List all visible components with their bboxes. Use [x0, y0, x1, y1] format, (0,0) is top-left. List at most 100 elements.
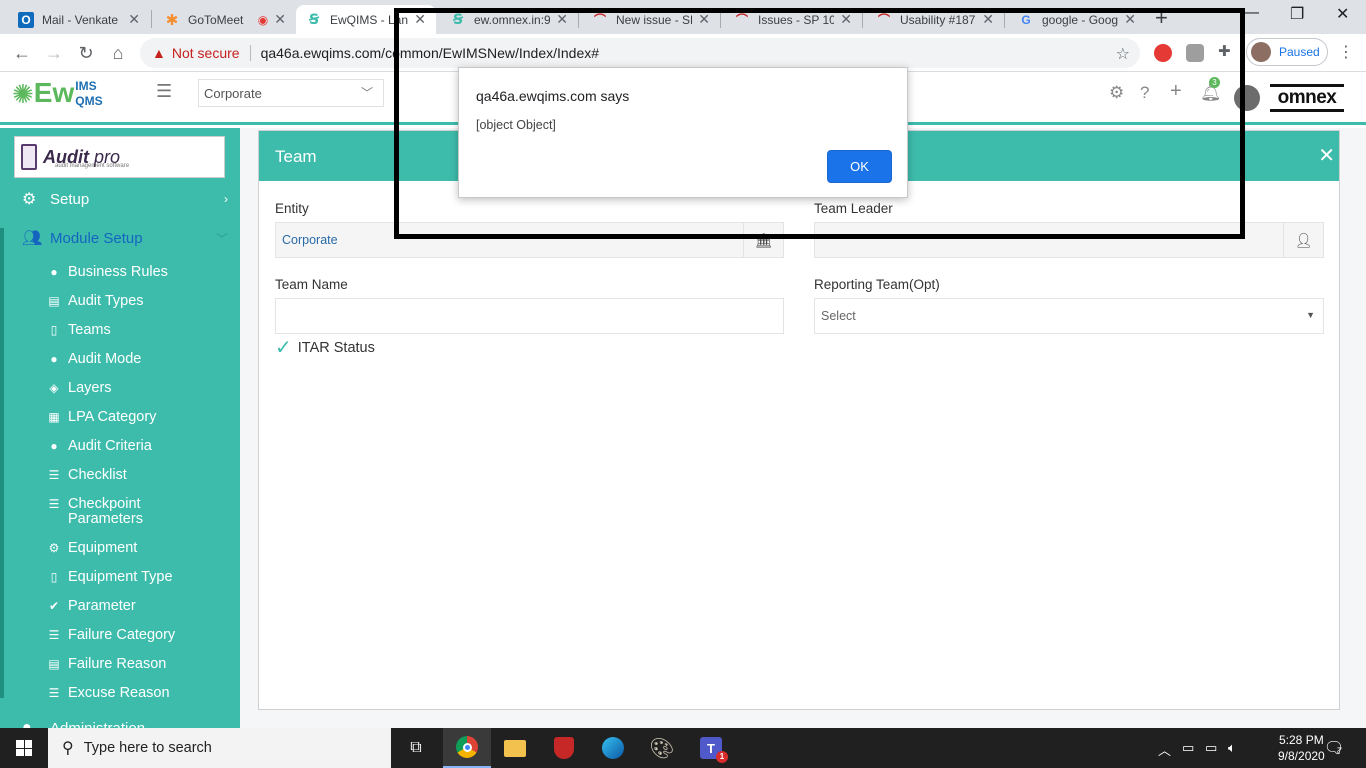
browser-tab[interactable]: ⌒ New issue - SP ✕ [582, 5, 720, 34]
sidebar-item-checkpoint-parameters[interactable]: ☰ Checkpoint Parameters [46, 497, 236, 527]
hamburger-menu-icon[interactable]: ☰ [156, 81, 172, 102]
sidebar-item-checklist[interactable]: ☰ Checklist [46, 468, 236, 483]
url-text[interactable]: qa46a.ewqims.com/common/EwIMSNew/Index/I… [261, 45, 599, 61]
gear-icon[interactable]: ⚙ [1109, 83, 1124, 103]
sidebar-item-lpa-category[interactable]: ▦ LPA Category [46, 410, 236, 425]
close-icon[interactable]: ✕ [128, 11, 140, 28]
browser-tab[interactable]: G google - Goog ✕ [1008, 5, 1146, 34]
action-center-icon[interactable]: 🗨︎ 7 [1310, 728, 1358, 768]
itar-status-checkbox[interactable]: ✓ ITAR Status [275, 335, 375, 360]
browser-menu-icon[interactable]: ⋮ [1338, 42, 1354, 62]
network-icon[interactable]: ▭ [1182, 740, 1194, 756]
close-window-icon[interactable]: ✕ [1336, 4, 1349, 24]
sidebar-item-equipment[interactable]: ⚙ Equipment [46, 541, 236, 556]
chevron-down-icon: ﹀ [215, 231, 228, 246]
extension-icon[interactable] [1186, 44, 1204, 62]
restore-icon[interactable]: ❐ [1290, 4, 1304, 24]
sidebar-item-setup[interactable]: ⚙ Setup › [0, 181, 240, 217]
dialog-title: qa46a.ewqims.com says [476, 88, 630, 104]
dialog-message: [object Object] [476, 118, 556, 132]
sidebar-item-audit-criteria[interactable]: ● Audit Criteria [46, 439, 236, 454]
redmine-icon: ⌒ [593, 13, 606, 27]
sidebar-item-excuse-reason[interactable]: ☰ Excuse Reason [46, 686, 236, 701]
team-leader-field[interactable]: 👤︎ [814, 222, 1324, 258]
building-icon[interactable]: 🏛︎ [743, 223, 783, 257]
close-icon[interactable]: ✕ [414, 11, 426, 28]
paint-icon[interactable]: 🎨︎ [638, 728, 686, 768]
user-icon[interactable]: 👤︎ [1283, 223, 1323, 257]
entity-selector[interactable]: Corporate ﹀ [198, 79, 384, 107]
puzzle-extensions-icon[interactable]: ✚ [1218, 42, 1236, 60]
sidebar-item-business-rules[interactable]: ● Business Rules [46, 265, 236, 280]
chevron-right-icon: › [224, 192, 228, 206]
close-icon[interactable]: ✕ [1318, 143, 1335, 168]
forward-icon[interactable]: → [43, 42, 65, 64]
check-icon: ✓ [275, 337, 292, 359]
building-icon: ▯ [50, 570, 58, 584]
sidebar-item-audit-types[interactable]: ▤ Audit Types [46, 294, 236, 309]
chrome-icon[interactable] [443, 728, 491, 768]
browser-tab[interactable]: ✱ GoToMeet ◉ ✕ [154, 5, 296, 34]
sidebar-item-audit-mode[interactable]: ● Audit Mode [46, 352, 236, 367]
ok-button[interactable]: OK [827, 150, 892, 183]
chevron-up-icon[interactable]: ︿ [1158, 740, 1171, 759]
building-icon: ▯ [50, 323, 58, 337]
sidebar-item-failure-category[interactable]: ☰ Failure Category [46, 628, 236, 643]
adblock-extension-icon[interactable] [1154, 44, 1172, 62]
users-icon: ● [50, 352, 58, 366]
layers-icon: ◈ [49, 381, 59, 395]
team-name-input[interactable] [275, 298, 784, 334]
close-icon[interactable]: ✕ [698, 11, 710, 28]
omnex-logo: omnex [1270, 84, 1344, 112]
volume-icon[interactable]: 🔈︎ [1228, 740, 1236, 756]
close-icon[interactable]: ✕ [982, 11, 994, 28]
browser-tab-strip: O Mail - Venkate ✕ ✱ GoToMeet ◉ ✕ Ꞩ EwQI… [0, 0, 1366, 34]
app-logo[interactable]: ✺ Ew IMS QMS [12, 79, 103, 108]
help-icon[interactable]: ? [1140, 83, 1149, 103]
home-icon[interactable]: ⌂ [107, 42, 129, 64]
sidebar-item-equipment-type[interactable]: ▯ Equipment Type [46, 570, 236, 585]
add-icon[interactable]: + [1170, 80, 1182, 103]
warning-icon: ▲ [152, 45, 166, 61]
browser-tab[interactable]: ⌒ Usability #1875 ✕ [866, 5, 1004, 34]
panel-title: Team [275, 147, 317, 166]
close-icon[interactable]: ✕ [274, 11, 286, 28]
profile-button[interactable]: Paused [1246, 38, 1328, 66]
new-tab-icon[interactable]: + [1155, 5, 1168, 31]
address-bar[interactable]: ▲ Not secure qa46a.ewqims.com/common/EwI… [140, 38, 1140, 68]
browser-tab[interactable]: O Mail - Venkate ✕ [8, 5, 150, 34]
ewqims-icon: Ꞩ [308, 11, 320, 27]
sidebar-item-teams[interactable]: ▯ Teams [46, 323, 236, 338]
windows-start-icon[interactable] [0, 728, 48, 768]
team-name-label: Team Name [275, 277, 348, 292]
browser-tab-active[interactable]: Ꞩ EwQIMS - Lan ✕ [296, 5, 436, 34]
sidebar-item-failure-reason[interactable]: ▤ Failure Reason [46, 657, 236, 672]
entity-field[interactable]: Corporate 🏛︎ [275, 222, 784, 258]
back-icon[interactable]: ← [11, 42, 33, 64]
sidebar-item-layers[interactable]: ◈ Layers [46, 381, 236, 396]
edge-icon[interactable] [589, 728, 637, 768]
close-icon[interactable]: ✕ [556, 11, 568, 28]
bookmark-star-icon[interactable]: ☆ [1116, 44, 1130, 64]
sidebar: Audit pro audit management software ⚙ Se… [0, 128, 240, 728]
sidebar-item-module-setup[interactable]: 👥︎ Module Setup ﹀ [0, 220, 240, 256]
reporting-team-select[interactable]: Select ▼ [814, 298, 1324, 334]
security-app-icon[interactable] [540, 728, 588, 768]
user-avatar[interactable] [1234, 85, 1260, 111]
sidebar-item-parameter[interactable]: ✔ Parameter [46, 599, 236, 614]
file-explorer-icon[interactable] [491, 728, 539, 768]
power-icon[interactable]: ▭ [1205, 740, 1217, 756]
list-icon: ▤ [48, 294, 60, 308]
ewqims-icon: Ꞩ [452, 11, 464, 27]
browser-tab[interactable]: Ꞩ ew.omnex.in:9 ✕ [440, 5, 578, 34]
browser-tab[interactable]: ⌒ Issues - SP 10.5 ✕ [724, 5, 862, 34]
task-view-icon[interactable]: ⧉ [392, 728, 440, 768]
not-secure-label[interactable]: Not secure [172, 45, 240, 61]
reload-icon[interactable]: ↻ [75, 42, 97, 64]
minimize-icon[interactable]: — [1243, 4, 1259, 22]
close-icon[interactable]: ✕ [1124, 11, 1136, 28]
sidebar-item-administration[interactable]: ● Administration [0, 710, 240, 728]
taskbar-search[interactable]: ⚲ Type here to search [48, 728, 391, 768]
teams-icon[interactable]: T1 [687, 728, 735, 768]
close-icon[interactable]: ✕ [840, 11, 852, 28]
